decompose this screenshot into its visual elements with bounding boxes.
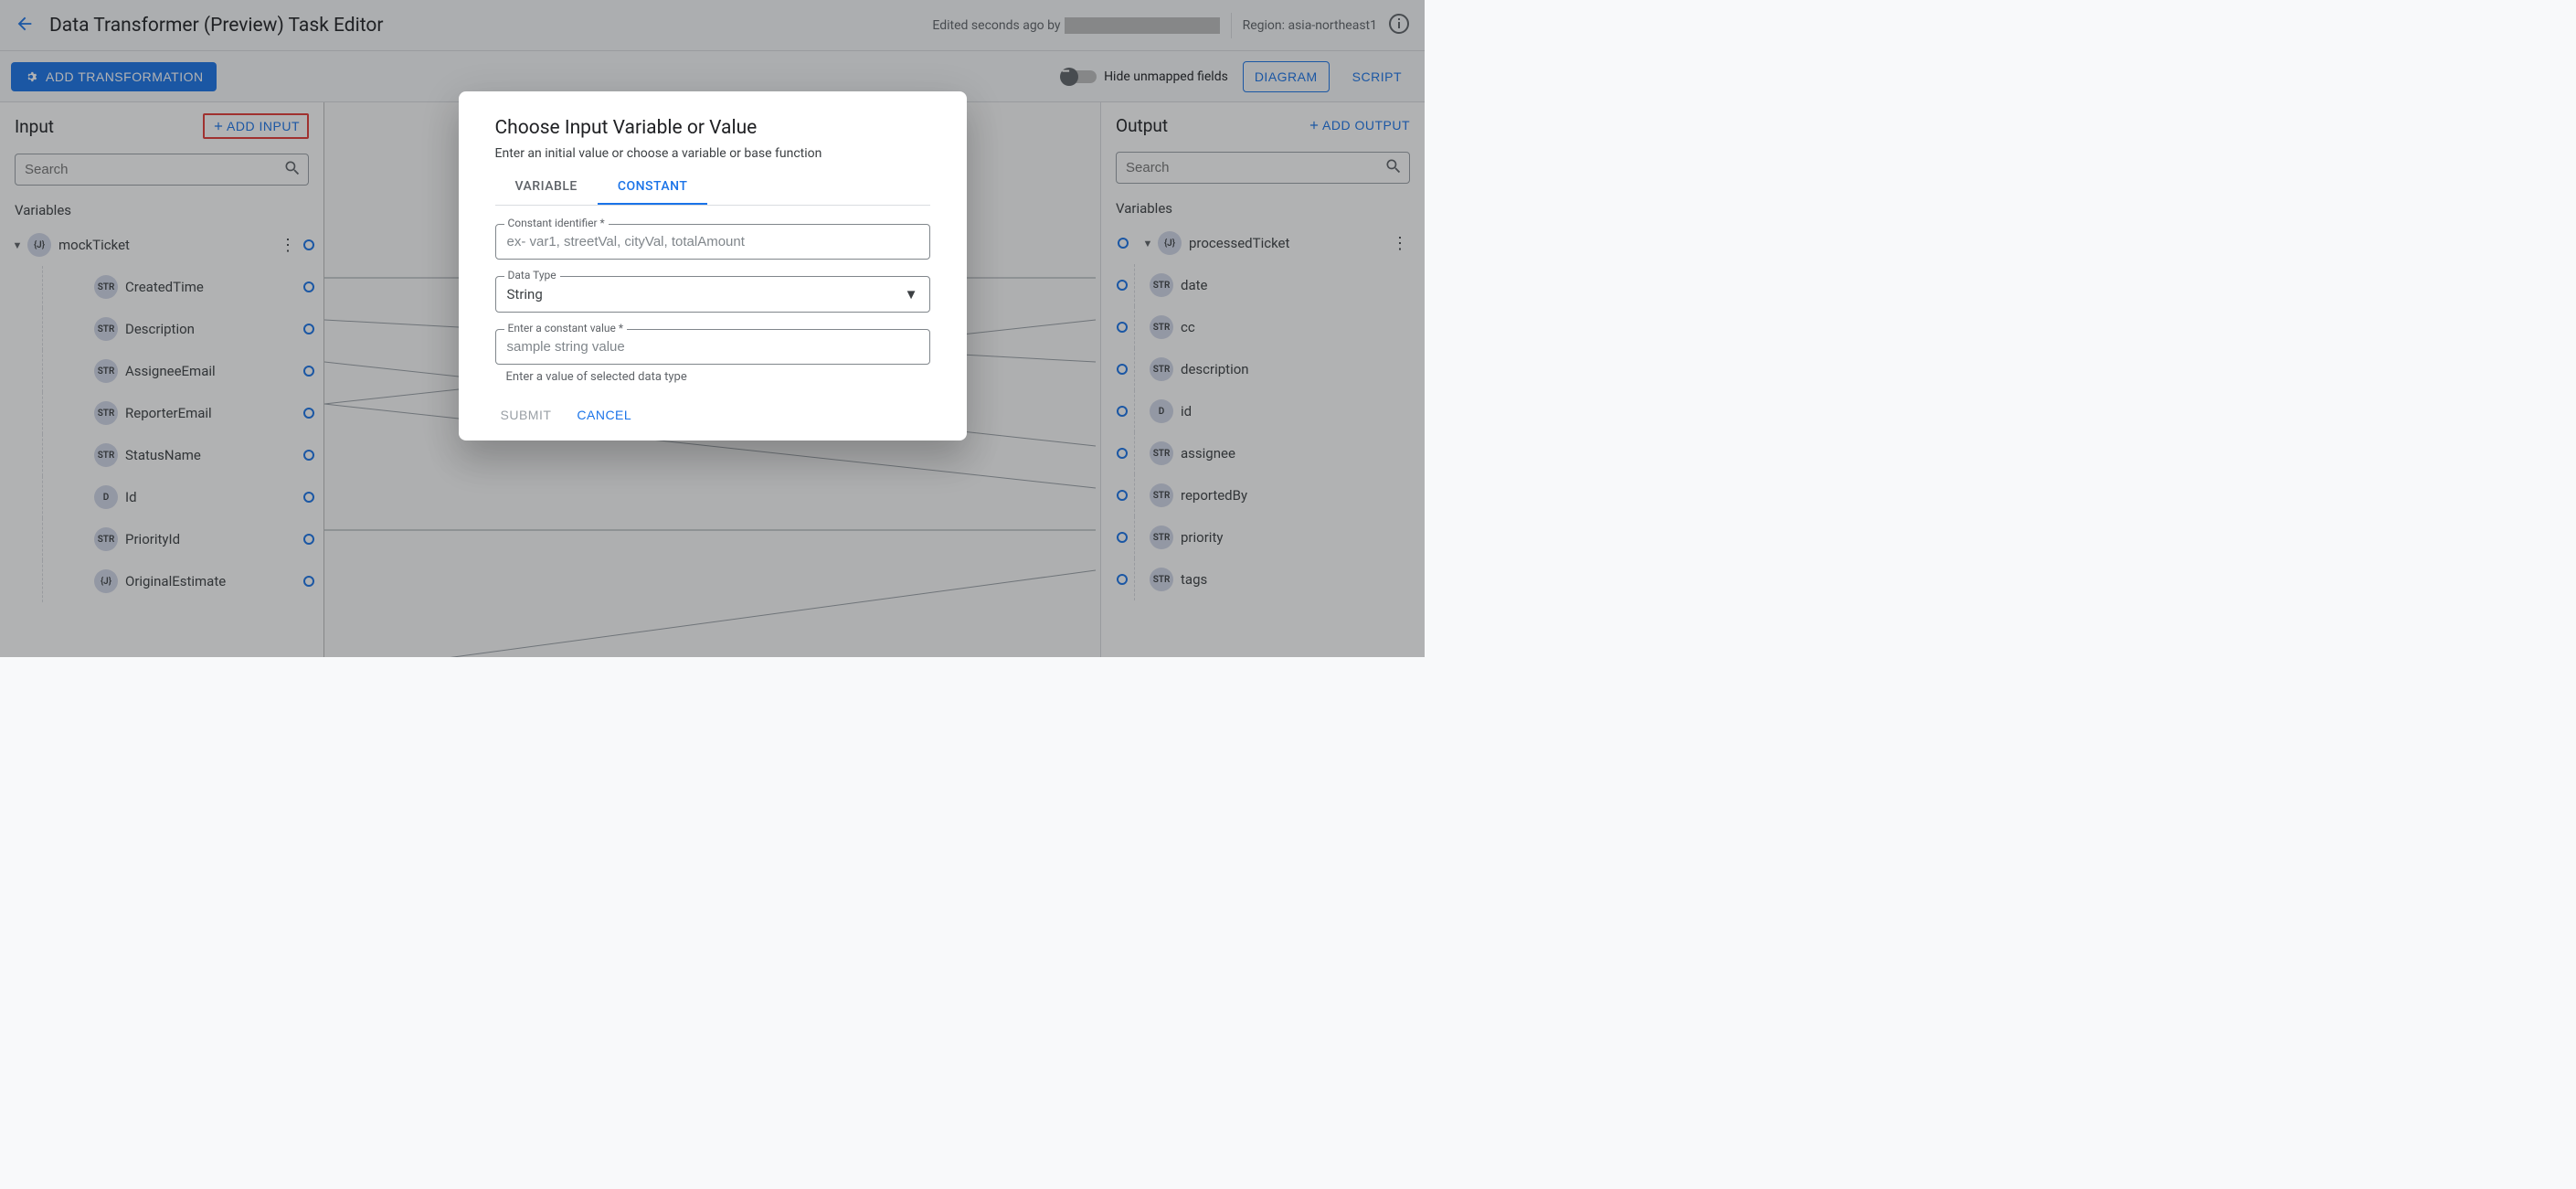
dialog-scrim[interactable]: Choose Input Variable or Value Enter an … (0, 0, 1425, 657)
dialog-title: Choose Input Variable or Value (495, 117, 930, 139)
dialog-tabs: VARIABLE CONSTANT (495, 170, 930, 206)
constant-value-helper: Enter a value of selected data type (495, 370, 930, 384)
chevron-down-icon: ▼ (905, 286, 918, 303)
data-type-value: String (507, 286, 543, 303)
dialog-actions: SUBMIT CANCEL (495, 400, 930, 422)
constant-value-field: Enter a constant value * (495, 329, 930, 365)
tab-variable[interactable]: VARIABLE (495, 170, 598, 205)
cancel-button[interactable]: CANCEL (577, 408, 631, 422)
submit-button[interactable]: SUBMIT (501, 408, 552, 422)
data-type-select[interactable]: String ▼ (495, 276, 930, 313)
dialog-subtitle: Enter an initial value or choose a varia… (495, 146, 930, 161)
tab-constant[interactable]: CONSTANT (598, 170, 708, 205)
constant-identifier-label: Constant identifier * (504, 217, 609, 229)
data-type-field: Data Type String ▼ (495, 276, 930, 313)
choose-input-dialog: Choose Input Variable or Value Enter an … (459, 91, 967, 441)
constant-value-label: Enter a constant value * (504, 322, 628, 334)
constant-identifier-field: Constant identifier * (495, 224, 930, 260)
data-type-label: Data Type (504, 269, 560, 281)
